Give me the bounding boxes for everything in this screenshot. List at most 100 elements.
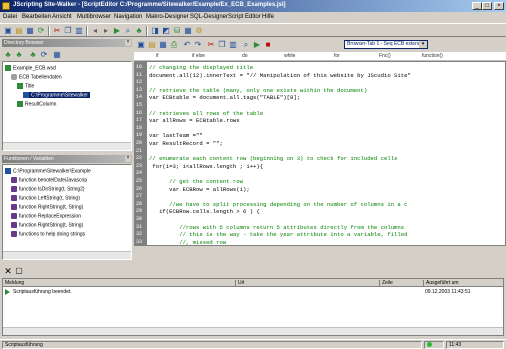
code-line[interactable]: var ResultRecord = "";	[149, 140, 223, 147]
column-header-zeile[interactable]: Zeile	[379, 280, 393, 287]
horizontal-scrollbar[interactable]	[3, 251, 131, 259]
copy-icon[interactable]: ❐	[217, 40, 227, 50]
play-icon[interactable]: ▶	[112, 26, 122, 36]
tree-expand-icon[interactable]: ♣	[3, 50, 13, 60]
menu-sql-designer[interactable]: SQL-Designer	[190, 14, 228, 20]
open-folder-icon[interactable]: ▤	[14, 26, 24, 36]
tree-item[interactable]: ECB Tabellendaten	[11, 74, 62, 80]
refresh-icon[interactable]: ⟳	[36, 26, 46, 36]
back-icon[interactable]: ◂	[90, 26, 100, 36]
list-item[interactable]: function LeftString(t, String)	[11, 195, 80, 201]
snippet-function[interactable]: function()	[422, 53, 443, 59]
line-number: 17	[136, 117, 143, 124]
find-icon[interactable]: ⌕	[241, 40, 251, 50]
window-icon[interactable]: ◨	[150, 26, 160, 36]
code-line[interactable]: var ECBtable = document.all.tags("TABLE"…	[149, 94, 300, 101]
menu-multibrowser[interactable]: Multibrowser	[77, 14, 111, 20]
browser-tab-select[interactable]: Browser-Tab 1 - Seq ECB extend.txt ▾	[344, 40, 428, 49]
code-comment-line[interactable]: // retrieves all rows of the table	[149, 110, 263, 117]
column-header-ausgefuehrt[interactable]: Ausgeführt um	[423, 280, 459, 287]
close-icon[interactable]: ×	[125, 156, 131, 162]
list-item[interactable]: function ReplaceExpression	[11, 213, 81, 219]
list-item[interactable]: function RightString(t, String)	[11, 222, 83, 228]
minimize-button[interactable]: _	[472, 2, 482, 10]
redo-icon[interactable]: ↷	[193, 40, 203, 50]
menu-navigation[interactable]: Navigation	[114, 14, 142, 20]
new-icon[interactable]: ▣	[3, 26, 13, 36]
snippet-do[interactable]: do	[242, 53, 248, 59]
grid-icon[interactable]: ▦	[183, 26, 193, 36]
code-comment-line[interactable]: // enumerate each content row (beginning…	[149, 155, 397, 162]
tree-item[interactable]: Title	[17, 83, 34, 89]
code-comment-line[interactable]: //we have to split processing depending …	[149, 201, 407, 208]
column-header-meldung[interactable]: Meldung	[3, 280, 24, 287]
snippet-for[interactable]: for	[334, 53, 340, 59]
snippet-fnc[interactable]: Fnc()	[379, 53, 391, 59]
settings-icon[interactable]: ⚙	[194, 26, 204, 36]
code-line[interactable]: var lastTeam =""	[149, 132, 203, 139]
column-header-url[interactable]: Url	[235, 280, 244, 287]
horizontal-scrollbar[interactable]	[3, 327, 503, 335]
database-icon[interactable]: ⛁	[172, 26, 182, 36]
code-line[interactable]: for(i=3; i<allRows.length ; i++){	[149, 163, 263, 170]
code-line[interactable]: var allRows = ECBtable.rows	[149, 117, 240, 124]
code-comment-line[interactable]: // retrieve the table (many, only one ex…	[149, 87, 367, 94]
tree-item-selected[interactable]: C:\Programme\Sitewalker	[23, 92, 90, 99]
list-item[interactable]: function benotelDateiJavascrip	[11, 177, 87, 183]
chevron-down-icon[interactable]: ▾	[419, 41, 427, 48]
float-window-icon[interactable]: ▢	[14, 266, 24, 276]
cut-icon[interactable]: ✂	[52, 26, 62, 36]
tree-collapse-icon[interactable]: ♣	[14, 50, 24, 60]
code-line[interactable]: var ECBRow = allRows(i);	[149, 186, 250, 193]
tree-refresh-icon[interactable]: ⟳	[39, 50, 49, 60]
tree-add-icon[interactable]: ♣	[28, 50, 38, 60]
copy-icon[interactable]: ❐	[63, 26, 73, 36]
forward-icon[interactable]: ▸	[101, 26, 111, 36]
list-item[interactable]: functions to help doing strings	[11, 231, 85, 237]
save-icon[interactable]: ▦	[25, 26, 35, 36]
horizontal-scrollbar[interactable]	[3, 142, 131, 150]
stop-icon[interactable]: ■	[263, 40, 273, 50]
undo-icon[interactable]: ↶	[182, 40, 192, 50]
code-line[interactable]: if(ECBRow.cells.length > 6 ) {	[149, 208, 260, 215]
tree-item[interactable]: ResultColumn	[17, 101, 56, 107]
list-item[interactable]: C:\Programme\Sitewalker\Example	[5, 168, 91, 174]
snippet-if-else[interactable]: if else	[192, 53, 205, 59]
code-comment-line[interactable]: // get the content row	[149, 178, 243, 185]
tree-item[interactable]: Example_ECB.wsd	[5, 65, 56, 71]
open-script-icon[interactable]: ▤	[147, 40, 157, 50]
menu-script-editor[interactable]: Script Editor	[228, 14, 261, 20]
list-item[interactable]: function RightString(t, String)	[11, 204, 83, 210]
paste-icon[interactable]: ▥	[228, 40, 238, 50]
save-script-icon[interactable]: ▦	[158, 40, 168, 50]
paste-icon[interactable]: ▥	[74, 26, 84, 36]
print-icon[interactable]: ⎙	[169, 40, 179, 50]
tree-view-icon[interactable]: ▦	[52, 50, 62, 60]
run-icon[interactable]: ▶	[252, 40, 262, 50]
menu-hilfe[interactable]: Hilfe	[262, 14, 274, 20]
menu-datei[interactable]: Datei	[3, 14, 17, 20]
cut-icon[interactable]: ✂	[206, 40, 216, 50]
close-icon[interactable]: ×	[125, 40, 131, 46]
menu-ansicht[interactable]: Ansicht	[52, 14, 72, 20]
close-button[interactable]: ×	[494, 2, 504, 10]
menu-makro-designer[interactable]: Makro-Designer	[146, 14, 189, 20]
table-row[interactable]: Scriptausführung beendet. 09.12.2003 11:…	[3, 288, 503, 296]
menu-bearbeiten[interactable]: Bearbeiten	[22, 14, 51, 20]
close-output-icon[interactable]: ✕	[3, 266, 13, 276]
zoom-icon[interactable]: ⌕	[123, 26, 133, 36]
title-bar[interactable]: JScripting Site-Walker - [ScriptEditor C…	[0, 0, 506, 12]
code-comment-line[interactable]: // this is the way - take the year attri…	[149, 231, 407, 238]
snippet-while[interactable]: while	[284, 53, 295, 59]
code-comment-line[interactable]: //, missed row	[149, 239, 226, 245]
snippet-if[interactable]: if	[156, 53, 159, 59]
list-item[interactable]: function IsDirString(t, String2)	[11, 186, 85, 192]
code-comment-line[interactable]: //rows with 5 columns return 5 attribute…	[149, 224, 404, 231]
cascade-icon[interactable]: ◩	[161, 26, 171, 36]
tree-icon[interactable]: ♣	[134, 26, 144, 36]
maximize-button[interactable]: □	[482, 2, 492, 10]
code-line[interactable]: document.all(12).innerText = "// Manipul…	[149, 72, 411, 79]
code-comment-line[interactable]: // changing the displayed title	[149, 64, 253, 71]
new-script-icon[interactable]: ▣	[136, 40, 146, 50]
code-editor[interactable]: 10 11 12 13 14 15 16 17 18 19 20 21 22 23 24 25 26 27 28 29…	[134, 61, 506, 246]
